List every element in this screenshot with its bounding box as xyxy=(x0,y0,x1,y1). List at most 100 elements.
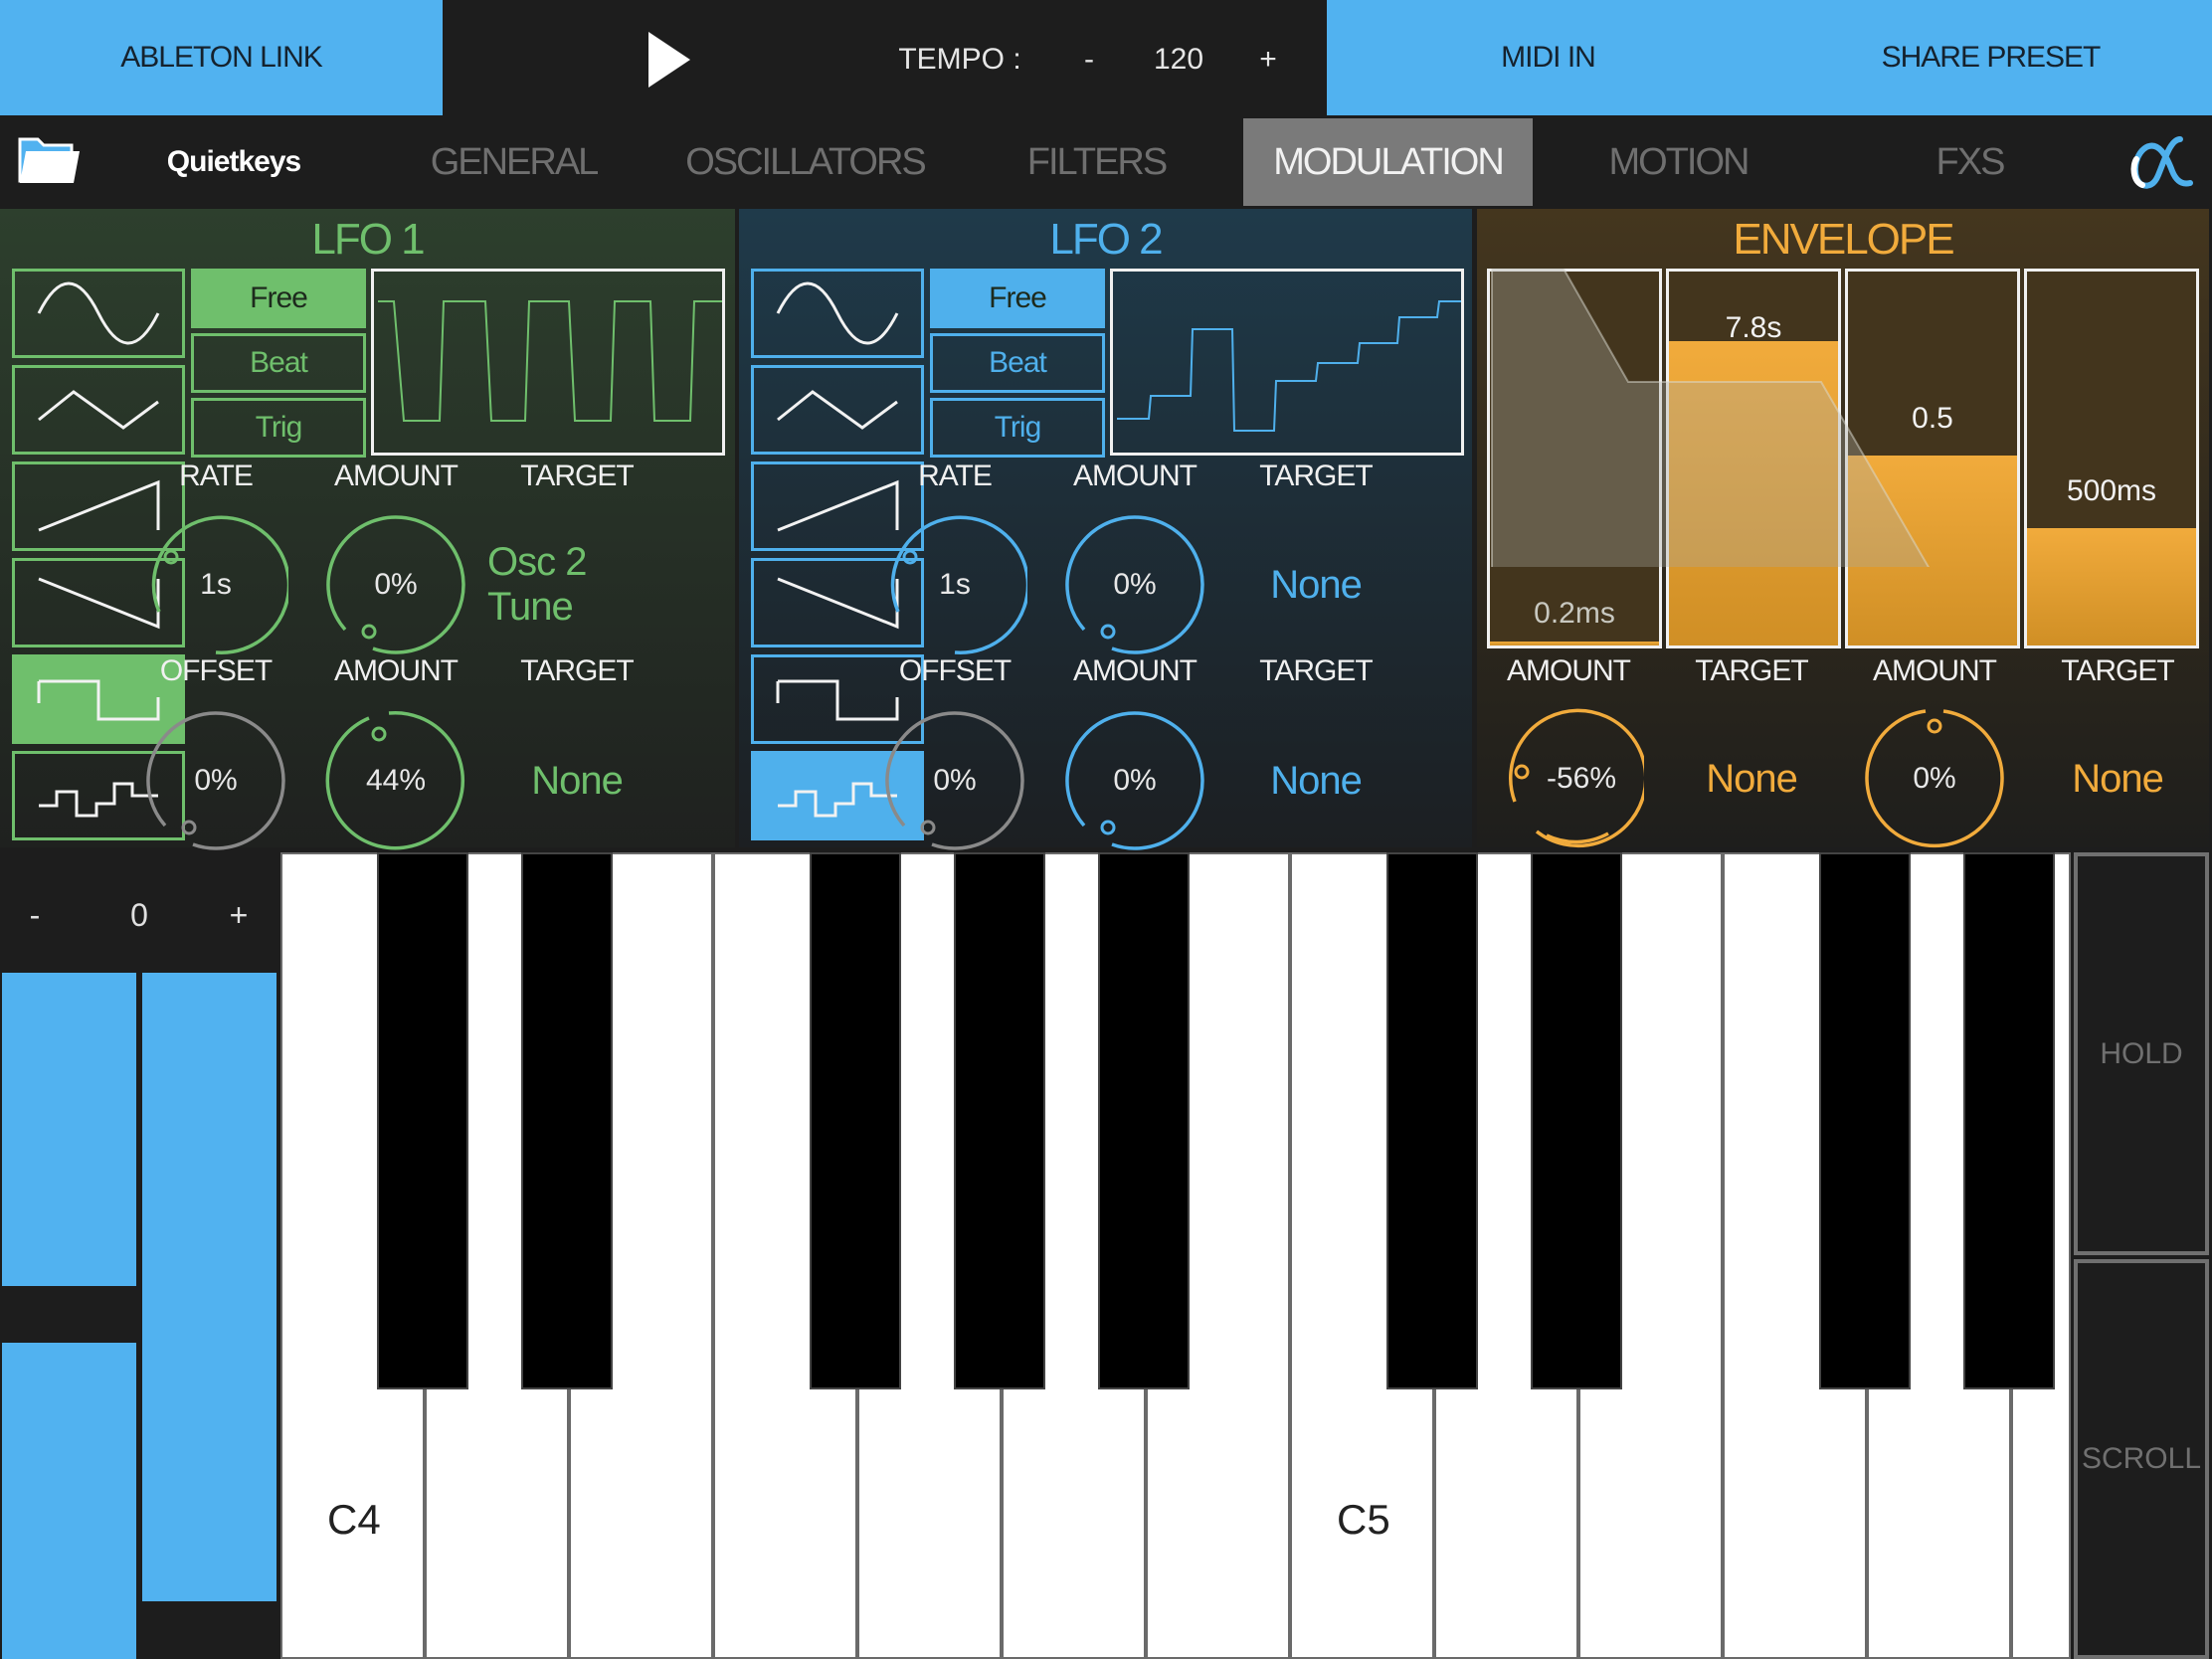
black-key-d#4[interactable] xyxy=(521,852,613,1389)
lfo2-target1-select[interactable]: None xyxy=(1226,512,1405,657)
black-key-d#5[interactable] xyxy=(1531,852,1622,1389)
lfo1-waveform-triangle[interactable] xyxy=(12,365,185,455)
tempo-increase-button[interactable]: + xyxy=(1243,20,1293,99)
lfo1-rate-knob[interactable]: 1s xyxy=(143,512,291,657)
envelope-amount1-label: AMOUNT xyxy=(1507,654,1631,687)
scroll-button[interactable]: SCROLL xyxy=(2074,1259,2209,1659)
envelope-attack-value: 0.2ms xyxy=(1534,597,1615,630)
lfo2-offset-knob-value: 0% xyxy=(933,764,977,797)
lfo2-waveform-triangle[interactable] xyxy=(751,365,924,455)
midi-in-button[interactable]: MIDI IN xyxy=(1327,0,1769,115)
black-key-f#5[interactable] xyxy=(1819,852,1911,1389)
envelope-panel: ENVELOPE 0.2ms 7.8s 0.5 500ms AMOUNT TAR… xyxy=(1477,209,2209,848)
tempo-decrease-button[interactable]: - xyxy=(1064,20,1114,99)
key-label-c4: C4 xyxy=(327,1496,381,1543)
octave-down-button[interactable]: - xyxy=(10,875,60,955)
black-key-g#5[interactable] xyxy=(1963,852,2055,1389)
alpha-logo-icon xyxy=(2130,136,2193,189)
envelope-target1-label: TARGET xyxy=(1695,654,1808,687)
black-key-c#5[interactable] xyxy=(1386,852,1478,1389)
black-key-c#4[interactable] xyxy=(377,852,468,1389)
tempo-value[interactable]: 120 xyxy=(1139,20,1218,99)
lfo1-panel: LFO 1 Free Beat Trig RATE AMOUNT TARGET OFFSET… xyxy=(0,209,735,850)
play-button[interactable] xyxy=(637,28,696,92)
lfo2-amount2-knob-value: 0% xyxy=(1113,764,1157,797)
envelope-attack-fill xyxy=(1490,642,1659,645)
octave-up-button[interactable]: + xyxy=(214,875,264,955)
tab-general[interactable]: GENERAL xyxy=(368,118,659,206)
lfo1-amount1-knob-value: 0% xyxy=(374,568,418,601)
lfo1-amount1-knob[interactable]: 0% xyxy=(323,512,468,657)
lfo2-rate-knob[interactable]: 1s xyxy=(882,512,1030,657)
hold-button[interactable]: HOLD xyxy=(2074,852,2209,1255)
lfo1-mode-trig[interactable]: Trig xyxy=(191,398,366,458)
lfo1-offset-label-2: OFFSET xyxy=(159,654,273,687)
tab-modulation[interactable]: MODULATION xyxy=(1243,118,1533,206)
envelope-amount1-knob[interactable]: -56% xyxy=(1499,706,1648,851)
envelope-title: ENVELOPE xyxy=(1733,215,1954,264)
lfo1-mode-beat[interactable]: Beat xyxy=(191,333,366,393)
envelope-amount2-label: AMOUNT xyxy=(1873,654,1997,687)
modulation-wheel-pad[interactable] xyxy=(142,973,276,1601)
pitch-bend-pad-down[interactable] xyxy=(2,1343,136,1659)
envelope-shape-overlay xyxy=(1491,269,1931,567)
black-key-f#4[interactable] xyxy=(810,852,901,1389)
lfo1-amount2-knob[interactable]: 44% xyxy=(323,708,468,853)
play-icon xyxy=(648,32,690,88)
lfo2-waveform-sine[interactable] xyxy=(751,269,924,358)
tab-fxs[interactable]: FXS xyxy=(1824,118,2116,206)
lfo2-mode-beat[interactable]: Beat xyxy=(930,333,1105,393)
lfo1-rate-knob-value: 1s xyxy=(200,568,232,601)
octave-value: 0 xyxy=(130,896,148,933)
open-preset-button[interactable] xyxy=(16,133,84,185)
envelope-amount1-value: -56% xyxy=(1546,762,1617,795)
lfo2-amount-label-2: AMOUNT xyxy=(1073,654,1198,687)
lfo2-mode-free[interactable]: Free xyxy=(930,269,1105,328)
triangle-wave-icon xyxy=(777,390,898,430)
triangle-wave-icon xyxy=(38,390,159,430)
lfo2-offset-knob[interactable]: 0% xyxy=(882,708,1027,853)
piano-keyboard: C4 C5 xyxy=(280,852,2071,1659)
lfo1-target2-select[interactable]: None xyxy=(487,708,666,853)
lfo1-amount-label: AMOUNT xyxy=(334,460,459,492)
lfo2-target2-select[interactable]: None xyxy=(1226,708,1405,853)
ableton-link-label: ABLETON LINK xyxy=(120,41,323,74)
envelope-amount2-knob[interactable]: 0% xyxy=(1862,706,2007,851)
lfo1-target-label: TARGET xyxy=(520,460,634,492)
preset-name[interactable]: Quietkeys xyxy=(139,118,328,206)
black-key-g#4[interactable] xyxy=(954,852,1045,1389)
lfo1-target1-select[interactable]: Osc 2 Tune xyxy=(487,512,666,657)
sine-wave-icon xyxy=(776,281,899,345)
envelope-target2-select[interactable]: None xyxy=(2026,706,2209,851)
lfo1-title: LFO 1 xyxy=(311,215,425,264)
tab-motion[interactable]: MOTION xyxy=(1533,118,1824,206)
lfo2-mode-trig[interactable]: Trig xyxy=(930,398,1105,458)
folder-icon xyxy=(18,137,80,183)
ableton-link-button[interactable]: ABLETON LINK xyxy=(0,0,443,115)
lfo2-waveform-preview xyxy=(1110,269,1467,456)
lfo1-amount-label-2: AMOUNT xyxy=(334,654,459,687)
tab-oscillators[interactable]: OSCILLATORS xyxy=(659,118,951,206)
lfo2-target-label: TARGET xyxy=(1259,460,1373,492)
lfo1-waveform-preview xyxy=(371,269,725,456)
lfo1-waveform-sine[interactable] xyxy=(12,269,185,358)
lfo1-mode-free[interactable]: Free xyxy=(191,269,366,328)
lfo1-amount2-knob-value: 44% xyxy=(365,764,427,797)
envelope-target1-select[interactable]: None xyxy=(1660,706,1843,851)
share-preset-button[interactable]: SHARE PRESET xyxy=(1769,0,2212,115)
lfo1-offset-knob[interactable]: 0% xyxy=(143,708,288,853)
lfo2-amount2-knob[interactable]: 0% xyxy=(1062,708,1207,853)
sine-wave-icon xyxy=(37,281,160,345)
pitch-bend-pad-up[interactable] xyxy=(2,973,136,1286)
lfo2-offset-label-2: OFFSET xyxy=(898,654,1012,687)
app-logo-button[interactable] xyxy=(2128,131,2198,193)
lfo2-rate-knob-value: 1s xyxy=(939,568,971,601)
lfo2-panel: LFO 2 Free Beat Trig RATE AMOUNT TARGET OFFSET… xyxy=(739,209,1472,850)
tab-filters[interactable]: FILTERS xyxy=(951,118,1242,206)
hold-label: HOLD xyxy=(2100,1036,2183,1070)
share-preset-label: SHARE PRESET xyxy=(1881,41,2102,74)
lfo2-amount1-knob[interactable]: 0% xyxy=(1062,512,1207,657)
envelope-amount2-value: 0% xyxy=(1913,762,1956,795)
lfo2-title: LFO 2 xyxy=(1049,215,1163,264)
black-key-a#4[interactable] xyxy=(1098,852,1190,1389)
